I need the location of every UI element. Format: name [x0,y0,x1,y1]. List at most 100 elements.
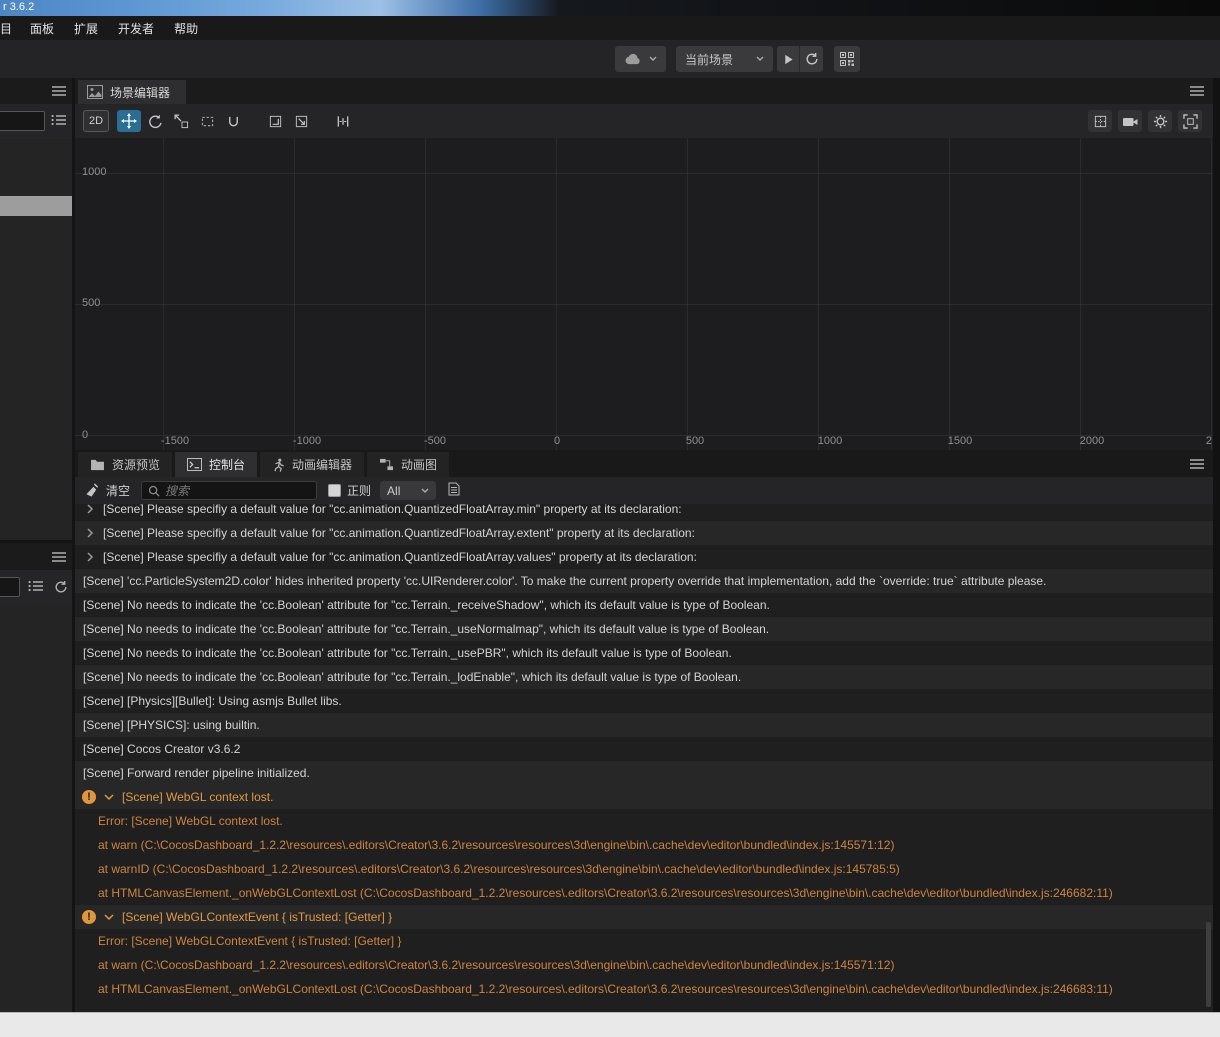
console-log-row[interactable]: [Scene] No needs to indicate the 'cc.Boo… [75,641,1213,665]
assets-list-button[interactable] [28,580,44,595]
scene-panel-menu-button[interactable] [1189,85,1205,100]
chevron-right-icon[interactable] [85,552,95,562]
hierarchy-selected-node[interactable] [0,196,72,216]
tab-label: 动画编辑器 [292,458,353,472]
ruler-label: 0 [82,429,89,441]
qr-code-icon [840,52,854,66]
tab-animation-graph[interactable]: 动画图 [367,452,450,477]
ruler-label: 1000 [817,435,843,447]
pivot-toggle-button[interactable] [263,110,287,132]
scale-tool-button[interactable] [169,110,193,132]
console-log-row[interactable]: [Scene] No needs to indicate the 'cc.Boo… [75,593,1213,617]
chevron-down-icon [756,56,764,61]
menu-item-extension[interactable]: 扩展 [64,20,108,37]
log-text: [Scene] Please specifiy a default value … [103,550,697,564]
console-log-area[interactable]: [Scene] Please specifiy a default value … [75,504,1213,1012]
preview-qr-button[interactable] [834,46,860,72]
preview-device-dropdown[interactable] [615,46,666,72]
graph-icon [380,458,394,471]
hierarchy-panel-menu-button[interactable] [51,85,67,100]
left-panels-strip [0,78,72,1012]
console-clear-button[interactable]: 清空 [85,482,130,499]
open-log-file-button[interactable] [448,482,460,499]
gizmo-u-icon [228,116,238,126]
console-log-row[interactable]: [Scene] 'cc.ParticleSystem2D.color' hide… [75,569,1213,593]
console-log-row[interactable]: ! [Scene] WebGL context lost. [75,785,1213,809]
assets-search-input[interactable] [0,577,20,597]
console-log-row[interactable]: at warn (C:\CocosDashboard_1.2.2\resourc… [75,953,1213,977]
move-tool-button[interactable] [117,110,141,132]
console-log-row[interactable]: at warnID (C:\CocosDashboard_1.2.2\resou… [75,857,1213,881]
scene-editor-panel: 场景编辑器 2D 1000 500 0 -1500 -1000 -500 0 5… [75,78,1213,450]
hierarchy-tabbar [0,78,72,104]
align-tools-button[interactable] [331,110,355,132]
scene-settings-button[interactable] [1148,110,1172,132]
console-log-row[interactable]: at warn (C:\CocosDashboard_1.2.2\resourc… [75,833,1213,857]
console-scrollbar[interactable] [1206,922,1211,1007]
rect-tool-button[interactable] [195,110,219,132]
menu-item-project[interactable]: 目 [0,20,20,37]
tab-asset-preview[interactable]: 资源预览 [78,452,173,477]
coordinate-toggle-button[interactable] [289,110,313,132]
chevron-right-icon[interactable] [85,504,95,514]
broom-icon [86,483,99,497]
console-log-row[interactable]: [Scene] Please specifiy a default value … [75,545,1213,569]
log-text: [Scene] Cocos Creator v3.6.2 [83,742,241,756]
console-log-row[interactable]: [Scene] Please specifiy a default value … [75,521,1213,545]
console-log-row[interactable]: Error: [Scene] WebGL context lost. [75,809,1213,833]
ruler-label: 0 [553,435,561,447]
regex-checkbox[interactable] [328,484,342,497]
console-log-row[interactable]: at HTMLCanvasElement._onWebGLContextLost… [75,881,1213,905]
console-log-row[interactable]: [Scene] No needs to indicate the 'cc.Boo… [75,617,1213,641]
tab-animation-editor[interactable]: 动画编辑器 [260,452,365,477]
chevron-down-icon[interactable] [104,912,114,922]
right-scrollbar-gutter[interactable] [1213,78,1220,1012]
bottom-tabbar: 资源预览 控制台 动画编辑器 动画图 [75,450,1213,477]
rotate-tool-button[interactable] [143,110,167,132]
tab-scene-editor[interactable]: 场景编辑器 [78,80,187,104]
log-text: [Scene] WebGL context lost. [122,790,274,804]
console-log-row[interactable]: [Scene] No needs to indicate the 'cc.Boo… [75,665,1213,689]
assets-refresh-button[interactable] [54,580,68,597]
console-panel-menu-button[interactable] [1189,458,1205,473]
menu-item-panel[interactable]: 面板 [20,20,64,37]
play-button[interactable] [777,46,800,72]
chevron-down-icon[interactable] [104,792,114,802]
console-log-row[interactable]: [Scene] Forward render pipeline initiali… [75,761,1213,785]
hierarchy-search-input[interactable] [0,111,45,131]
assets-tabbar [0,543,72,570]
console-log-row[interactable]: [Scene] [Physics][Bullet]: Using asmjs B… [75,689,1213,713]
scene-dropdown[interactable]: 当前场景 [676,46,773,72]
console-log-row[interactable]: at HTMLCanvasElement._onWebGLContextLost… [75,977,1213,1001]
refresh-button[interactable] [800,46,823,72]
console-log-row[interactable]: [Scene] [PHYSICS]: using builtin. [75,713,1213,737]
scene-tabbar: 场景编辑器 [75,78,1213,104]
hierarchy-list-button[interactable] [51,114,67,129]
regex-filter[interactable]: 正则 [328,482,371,499]
assets-panel-menu-button[interactable] [51,551,67,566]
rotate-tool-icon [148,114,162,128]
mode-2d-toggle[interactable]: 2D [83,110,109,132]
log-text: [Scene] 'cc.ParticleSystem2D.color' hide… [83,574,1047,588]
chevron-right-icon[interactable] [85,528,95,538]
device-cloud-icon [625,53,640,64]
list-icon [51,114,66,126]
grid-toggle-button[interactable] [1088,110,1112,132]
console-log-row[interactable]: Error: [Scene] WebGLContextEvent { isTru… [75,929,1213,953]
chevron-down-icon [421,488,429,493]
gizmo-tool-button[interactable] [221,110,245,132]
console-log-row[interactable]: [Scene] Please specifiy a default value … [75,504,1213,521]
console-log-row[interactable]: [Scene] Cocos Creator v3.6.2 [75,737,1213,761]
log-level-dropdown[interactable]: All [380,481,437,500]
scene-viewport[interactable]: 1000 500 0 -1500 -1000 -500 0 500 1000 1… [75,138,1213,450]
fullscreen-frame-button[interactable] [1178,110,1202,132]
menu-item-developer[interactable]: 开发者 [108,20,164,37]
tab-console[interactable]: 控制台 [175,452,258,477]
log-text: Error: [Scene] WebGL context lost. [98,814,283,828]
console-search-input[interactable] [165,483,311,498]
camera-settings-button[interactable] [1118,110,1142,132]
menu-item-help[interactable]: 帮助 [164,20,208,37]
console-log-row[interactable]: ! [Scene] WebGLContextEvent { isTrusted: … [75,905,1213,929]
console-log-list: [Scene] Please specifiy a default value … [75,504,1213,1001]
assets-tree [0,604,72,945]
